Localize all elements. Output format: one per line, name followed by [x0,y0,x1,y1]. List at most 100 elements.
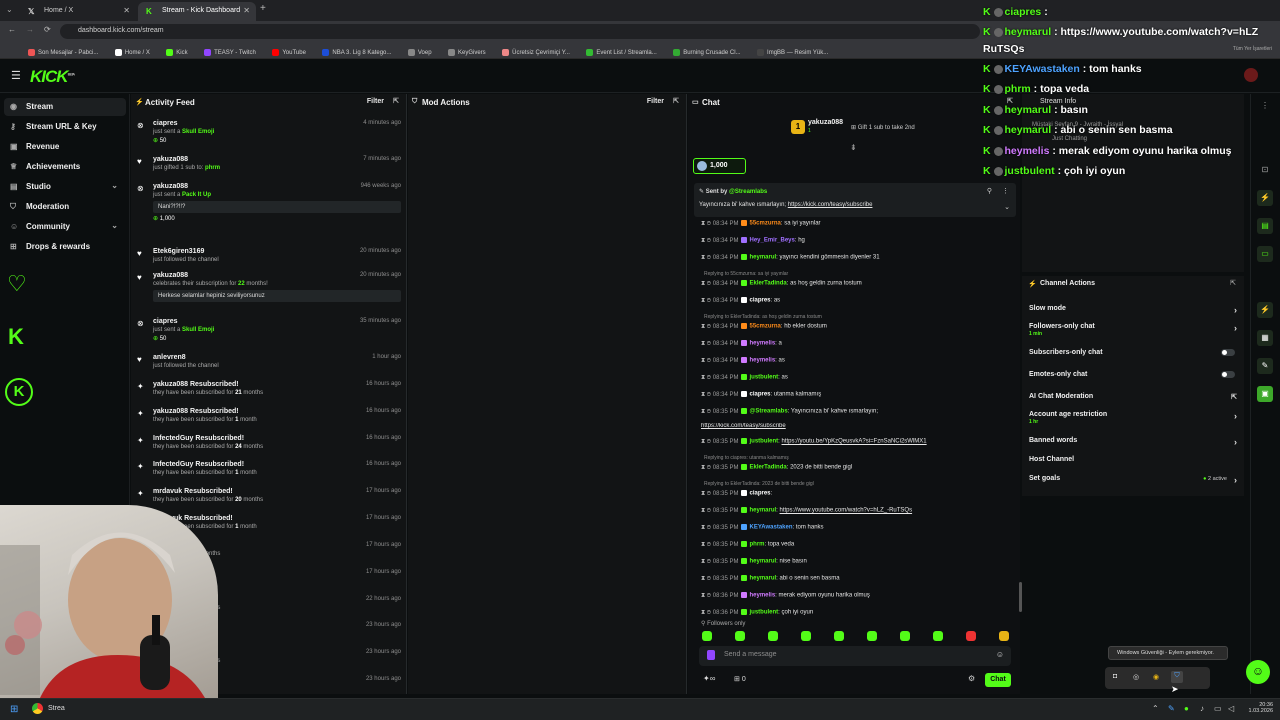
chat-send-button[interactable]: Chat [985,673,1011,687]
activity-item[interactable]: ✦mrdavuk Resubscribed!they have been sub… [137,488,401,503]
bookmark[interactable]: Ücretsiz Çevrimiçi Y... [502,48,570,56]
chat-message[interactable]: ⧗ ⊝ 08:34 PM 55cmzurna: sa iyi yayınlar [701,220,1011,228]
tool-icon[interactable]: ✎ [1257,358,1273,374]
chat-message[interactable]: ⧗ ⊝ 08:35 PM EklerTadinda: 2023 de bitti b… [701,464,1011,472]
mod-tools-icon[interactable]: ⧗ ⊝ [701,358,711,364]
mod-tools-icon[interactable]: ⧗ ⊝ [701,542,711,548]
chat-input[interactable]: Send a message ☺ [699,646,1011,666]
chat-message[interactable]: ⧗ ⊝ 08:35 PM @Streamlabs: Yayıncınıza bi' … [701,408,1011,416]
channel-action-followers-only-chat[interactable]: Followers-only chat 1 min › [1029,323,1239,337]
chevron-down-icon[interactable]: ⌄ [1004,203,1010,211]
mod-tools-icon[interactable]: ⧗ ⊝ [701,439,711,445]
obs-tray-icon[interactable]: ◎ [1133,673,1139,681]
chat-username[interactable]: 55cmzurna [749,324,780,330]
pin-icon[interactable]: ⚲ [987,187,992,195]
chat-message[interactable]: ⧗ ⊝ 08:34 PM EklerTadinda: as hoş geldin z… [701,280,1011,288]
chat-username[interactable]: heymarul [749,255,776,261]
sidebar-item-studio[interactable]: ▤ Studio ⌄ [4,178,126,196]
activity-item[interactable]: ⊗ ciapres just sent a Skull Emoji ⊕ 50 4 min… [137,120,401,144]
chat-message[interactable]: ⧗ ⊝ 08:35 PM justbulent: https://youtu.be/… [701,438,1011,446]
green-action-icon[interactable]: ▣ [1257,386,1273,402]
channel-action-emotes-only-chat[interactable]: Emotes-only chat [1029,371,1239,378]
activity-item[interactable]: ⊗ ciapres just sent a Skull Emoji ⊕ 50 35 mi… [137,318,401,342]
clip-icon[interactable]: ▤ [1257,218,1273,234]
channel-action-banned-words[interactable]: Banned words › [1029,437,1239,447]
tab-kick-dashboard[interactable]: K Stream - Kick Dashboard ✕ [138,2,256,21]
mod-tools-icon[interactable]: ⧗ ⊝ [701,465,711,471]
chat-username[interactable]: heymarul [749,508,776,514]
chat-username[interactable]: justbulent [749,610,778,616]
mic-icon[interactable]: ♪ [1200,704,1204,713]
chat-username[interactable]: heymelis [749,593,775,599]
collapse-icon[interactable]: ⇟ [850,143,857,152]
goal-progress[interactable]: 1,000 [693,158,746,174]
popout-icon[interactable]: ⇱ [1230,279,1236,287]
lightning-icon[interactable]: ⚡ [1257,302,1273,318]
chrome-tray-icon[interactable]: ◉ [1153,673,1159,681]
channel-action-ai-chat-moderation[interactable]: AI Chat Moderation ⇱ [1029,393,1239,401]
bookmark[interactable]: Son Mesajlar - Pabci... [28,48,98,56]
calendar-icon[interactable]: ▦ [1257,330,1273,346]
emote-icon[interactable] [735,631,745,641]
pinned-message[interactable]: ✎ Sent by @Streamlabs Yayıncınıza bi' ka… [694,183,1016,217]
bookmark[interactable]: Event List / Streamla... [586,48,657,56]
activity-item[interactable]: ✦ yakuza088 Resubscribed! they have been s… [137,381,401,396]
chat-username[interactable]: ciapres [749,298,770,304]
close-icon[interactable]: ✕ [123,6,130,15]
chat-message[interactable]: ⧗ ⊝ 08:36 PM heymelis: merak ediyom oyunu … [701,592,1011,600]
mod-tools-icon[interactable]: ⧗ ⊝ [701,491,711,497]
rewards-counter[interactable]: ⊞ 0 [734,675,746,683]
emote-icon[interactable] [801,631,811,641]
mod-tools-icon[interactable]: ⧗ ⊝ [701,409,711,415]
filter-button[interactable]: Filter [647,98,664,105]
chat-message[interactable]: ⧗ ⊝ 08:35 PM KEYAwastaken: tom hanks [701,524,1011,532]
chat-username[interactable]: EklerTadinda [749,281,786,287]
activity-item[interactable]: ✦ InfectedGuy Resubscribed! they have been… [137,435,401,450]
channel-action-host-channel[interactable]: Host Channel [1029,456,1239,463]
chat-username[interactable]: ciapres [749,392,770,398]
activity-item[interactable]: ♥ yakuza088 just gifted 1 sub to: phrm 7 mi… [137,156,401,171]
chat-message[interactable]: ⧗ ⊝ 08:34 PM ciapres: as [701,297,1011,305]
chat-message[interactable]: ⧗ ⊝ 08:35 PM heymarul: https://www.youtube… [701,507,1011,515]
kick-logo[interactable]: KICKBETA [30,67,75,87]
defender-tray-icon[interactable]: ⛉ [1171,671,1183,683]
bookmark[interactable]: ImgBB — Resim Yük... [757,48,828,56]
chat-message[interactable]: ⧗ ⊝ 08:35 PM heymarul: abi o senin sen bas… [701,575,1011,583]
mod-tools-icon[interactable]: ⧗ ⊝ [701,281,711,287]
mod-tools-icon[interactable]: ⧗ ⊝ [701,576,711,582]
emote-icon[interactable] [966,631,976,641]
bookmark[interactable]: KeyGivers [448,48,486,56]
toggle-switch[interactable] [1221,371,1235,378]
emote-icon[interactable] [702,631,712,641]
activity-item[interactable]: ♥ yakuza088 celebrates their subscription … [137,272,401,302]
bookmark[interactable]: Voep [407,48,432,56]
windows-start-icon[interactable]: ⊞ [10,704,18,715]
pen-icon[interactable]: ✎ [1168,704,1175,713]
chat-username[interactable]: heymarul [749,559,776,565]
chat-message[interactable]: ⧗ ⊝ 08:34 PM heymelis: as [701,357,1011,365]
chat-username[interactable]: phrm [749,542,764,548]
chat-username[interactable]: heymelis [749,358,775,364]
sidebar-item-stream-url[interactable]: ⚷ Stream URL & Key [4,118,126,136]
chat-identity-icon[interactable] [707,650,715,660]
mod-tools-icon[interactable]: ⧗ ⊝ [701,221,711,227]
bookmark[interactable]: YouTube [272,48,306,56]
chat-username[interactable]: heymelis [749,341,775,347]
bookmark[interactable]: Burning Crusade Cl... [673,48,741,56]
mod-tools-icon[interactable]: ⧗ ⊝ [701,375,711,381]
sidebar-item-stream[interactable]: ◉ Stream [4,98,126,116]
chat-bubble-button[interactable]: ☺ [1246,660,1270,684]
chat-username[interactable]: @Streamlabs [749,409,787,415]
stream-action-icon[interactable]: ⚡ [1257,190,1273,206]
mod-tools-icon[interactable]: ⧗ ⊝ [701,593,711,599]
mod-tools-icon[interactable]: ⧗ ⊝ [701,525,711,531]
all-bookmarks[interactable]: Tüm Yer İşaretleri [1233,46,1272,52]
bookmark[interactable]: Home / X [114,48,150,56]
points-icon[interactable]: ✦∞ [703,674,715,683]
emote-icon[interactable] [768,631,778,641]
network-icon[interactable]: ▭ [1214,704,1222,713]
settings-icon[interactable]: ⚙ [968,674,975,683]
pinned-link[interactable]: https://kick.com/teasy/subscribe [788,202,873,208]
sidebar-item-revenue[interactable]: ▣ Revenue [4,138,126,156]
popout-icon[interactable]: ⇱ [673,97,679,105]
